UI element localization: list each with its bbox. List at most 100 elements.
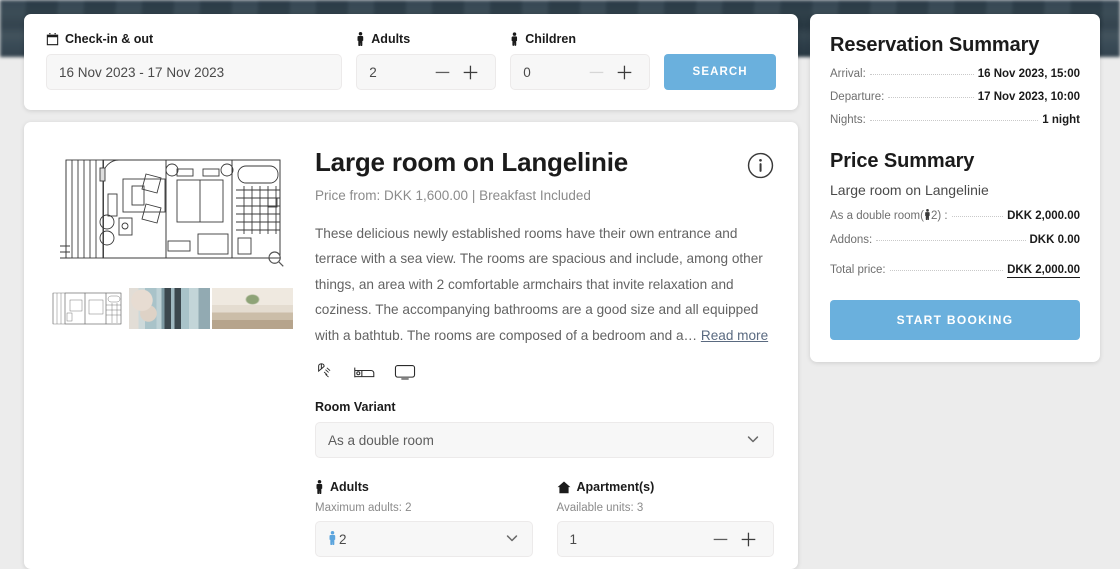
adults-increment-button[interactable] <box>457 59 483 85</box>
price-row-addons: Addons: DKK 0.00 <box>830 234 1080 246</box>
arrival-value: 16 Nov 2023, 15:00 <box>977 68 1080 80</box>
room-info: Large room on Langelinie Price from: DKK… <box>315 146 774 569</box>
tv-icon <box>394 362 416 382</box>
apartments-increment-button[interactable] <box>735 526 761 552</box>
room-adults-select[interactable]: 2 <box>315 521 533 558</box>
leader-line <box>869 120 1039 121</box>
leader-line <box>888 97 974 98</box>
leader-line <box>869 74 974 75</box>
cabinet-photo <box>129 288 210 329</box>
date-range-input[interactable]: 16 Nov 2023 - 17 Nov 2023 <box>46 54 343 90</box>
apartments-stepper: 1 <box>556 521 774 558</box>
room-variant-select[interactable]: As a double room <box>315 422 774 459</box>
nights-value: 1 night <box>1042 114 1080 126</box>
right-column: Reservation Summary Arrival: 16 Nov 2023… <box>810 14 1100 569</box>
chevron-down-icon <box>745 431 761 450</box>
children-label-text: Children <box>525 32 576 46</box>
addons-label: Addons: <box>830 234 873 246</box>
leader-line <box>889 270 1004 271</box>
departure-label: Departure: <box>830 91 885 103</box>
date-range-value: 16 Nov 2023 - 17 Nov 2023 <box>59 64 225 80</box>
checkin-checkout-label-text: Check-in & out <box>65 32 154 46</box>
person-icon <box>315 480 324 495</box>
summary-row-departure: Departure: 17 Nov 2023, 10:00 <box>830 91 1080 103</box>
room-detail-card: Large room on Langelinie Price from: DKK… <box>24 122 798 569</box>
available-units-text: Available units: 3 <box>556 502 644 515</box>
floorplan-main-image[interactable] <box>46 146 293 274</box>
floorplan-thumbnail[interactable] <box>46 288 127 329</box>
apartments-label: Apartment(s) <box>557 480 775 494</box>
children-increment-button[interactable] <box>611 59 637 85</box>
thumbnail-strip <box>46 288 293 329</box>
apartments-decrement-button[interactable] <box>707 526 733 552</box>
adults-stepper-controls <box>429 59 483 85</box>
apartments-label-text: Apartment(s) <box>576 480 655 495</box>
leader-line <box>951 216 1004 217</box>
room-price-line: Price from: DKK 1,600.00 | Breakfast Inc… <box>315 188 591 203</box>
children-decrement-button[interactable] <box>583 59 609 85</box>
adults-label-text: Adults <box>371 32 411 46</box>
nights-label: Nights: <box>830 114 866 126</box>
person-icon <box>356 32 365 46</box>
room-gallery <box>46 146 293 569</box>
child-icon <box>510 32 519 46</box>
double-room-value: DKK 2,000.00 <box>1007 210 1080 222</box>
room-variant-label: Room Variant <box>315 400 396 415</box>
departure-value: 17 Nov 2023, 10:00 <box>977 91 1080 103</box>
start-booking-button[interactable]: START BOOKING <box>830 300 1080 340</box>
occupancy-row: Adults Maximum adults: 2 2 Apartment(s) … <box>315 480 775 558</box>
home-icon <box>557 481 571 494</box>
search-button[interactable]: SEARCH <box>664 54 776 90</box>
summary-row-nights: Nights: 1 night <box>830 114 1080 126</box>
children-label: Children <box>510 32 650 46</box>
bed-icon <box>353 362 376 382</box>
price-row-double-room: As a double room(2) : DKK 2,000.00 <box>830 209 1080 223</box>
total-price-label: Total price: <box>830 264 886 276</box>
room-adults-count: 2 <box>339 531 347 547</box>
checkin-checkout-label: Check-in & out <box>46 32 342 46</box>
adults-count-value: 2 <box>369 64 377 80</box>
children-field: Children 0 <box>510 32 651 90</box>
room-adults-label-text: Adults <box>330 480 369 495</box>
info-circle-icon[interactable] <box>747 152 774 184</box>
price-summary-room-name: Large room on Langelinie <box>830 182 989 198</box>
adults-label: Adults <box>356 32 496 46</box>
magnifier-icon[interactable] <box>263 246 289 272</box>
price-row-total: Total price: DKK 2,000.00 <box>830 264 1080 278</box>
maximum-adults-text: Maximum adults: 2 <box>315 502 412 515</box>
adults-field: Adults 2 <box>356 32 497 90</box>
room-adults-label: Adults <box>315 480 533 495</box>
dining-photo <box>212 288 293 329</box>
price-summary-title: Price Summary <box>830 150 975 172</box>
room-variant-value: As a double room <box>328 432 434 448</box>
summary-row-arrival: Arrival: 16 Nov 2023, 15:00 <box>830 68 1080 80</box>
page-container: Check-in & out 16 Nov 2023 - 17 Nov 2023… <box>0 0 1120 569</box>
addons-value: DKK 0.00 <box>1029 234 1081 246</box>
dining-photo-thumbnail[interactable] <box>212 288 293 329</box>
reservation-summary-card: Reservation Summary Arrival: 16 Nov 2023… <box>810 14 1100 362</box>
room-title-row: Large room on Langelinie <box>315 147 774 184</box>
adults-stepper: 2 <box>356 54 497 90</box>
children-count-value: 0 <box>523 64 531 80</box>
read-more-link[interactable]: Read more <box>701 328 768 343</box>
left-column: Check-in & out 16 Nov 2023 - 17 Nov 2023… <box>24 14 798 569</box>
shower-icon <box>315 362 335 382</box>
room-adults-field: Adults Maximum adults: 2 2 <box>315 480 533 558</box>
cabinet-photo-thumbnail[interactable] <box>129 288 210 329</box>
calendar-icon <box>46 32 59 46</box>
arrival-label: Arrival: <box>830 68 866 80</box>
double-room-label: As a double room(2) : <box>830 209 948 223</box>
apartments-count-value: 1 <box>569 531 578 547</box>
adults-decrement-button[interactable] <box>429 59 455 85</box>
person-icon <box>924 209 931 223</box>
leader-line <box>876 240 1026 241</box>
reservation-summary-title: Reservation Summary <box>830 34 1040 56</box>
room-description: These delicious newly established rooms … <box>315 221 774 348</box>
total-price-value: DKK 2,000.00 <box>1007 264 1080 278</box>
children-stepper-controls <box>583 59 637 85</box>
room-adults-value: 2 <box>328 530 347 548</box>
apartments-stepper-controls <box>707 526 761 552</box>
checkin-checkout-field: Check-in & out 16 Nov 2023 - 17 Nov 2023 <box>46 32 343 90</box>
amenities-list <box>315 362 774 382</box>
chevron-down-icon <box>504 530 520 549</box>
